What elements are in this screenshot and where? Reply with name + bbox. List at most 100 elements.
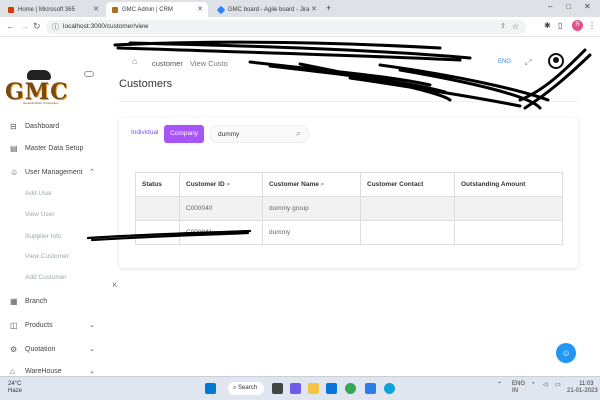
cell-customer-id: C000041 bbox=[179, 220, 263, 245]
lang-text: ENG bbox=[512, 381, 526, 387]
extensions-icon[interactable]: ✱ bbox=[544, 21, 551, 30]
wifi-icon[interactable]: ◔ bbox=[531, 381, 535, 387]
warehouse-icon: ⌂ bbox=[10, 367, 15, 376]
customer-table: Status Customer ID ⌕ Customer Name ⌕ Cus… bbox=[135, 172, 563, 245]
search-input[interactable] bbox=[218, 129, 288, 140]
new-tab-button[interactable]: + bbox=[326, 3, 331, 13]
close-icon[interactable]: ✕ bbox=[197, 5, 203, 13]
gmc-icon bbox=[112, 6, 118, 13]
office-icon bbox=[8, 6, 14, 13]
sidebar-item-branch[interactable]: ▦ Branch bbox=[0, 294, 105, 310]
sidebar-item-quotation[interactable]: ⚙ Quotation ⌄ bbox=[0, 342, 105, 358]
url-text: localhost:3000/customer/view bbox=[63, 23, 149, 30]
cell-customer-contact bbox=[360, 220, 455, 245]
sidebar-sub-add-customer[interactable]: Add Customer bbox=[25, 274, 67, 281]
reload-icon[interactable]: ↻ bbox=[33, 21, 41, 32]
lang-region: IN bbox=[512, 388, 518, 394]
tab-label: GMC board - Agile board - Jira bbox=[228, 6, 310, 13]
vscode-icon[interactable] bbox=[365, 383, 376, 394]
address-bar[interactable]: ⓘ localhost:3000/customer/view ⇪ ☆ bbox=[46, 20, 526, 34]
sidebar: GMC General Motor Corporation ⊟ Dashboar… bbox=[0, 37, 105, 376]
chevron-down-icon: ⌄ bbox=[89, 368, 95, 375]
address-toolbar: ← → ↻ ⓘ localhost:3000/customer/view ⇪ ☆ bbox=[0, 17, 600, 37]
start-icon[interactable] bbox=[205, 383, 216, 394]
store-icon[interactable] bbox=[326, 383, 337, 394]
sidebar-item-label: Master Data Setup bbox=[25, 145, 84, 152]
cell-customer-name: dummy group bbox=[262, 196, 361, 221]
taskbar-search-label: Search bbox=[238, 385, 258, 391]
sidebar-item-master-data[interactable]: ▤ Master Data Setup bbox=[0, 141, 105, 157]
sidebar-toggle[interactable] bbox=[84, 71, 94, 77]
sidebar-sub-add-user[interactable]: Add User bbox=[25, 190, 52, 197]
close-window-icon[interactable]: ✕ bbox=[584, 2, 591, 11]
close-icon[interactable]: ✕ bbox=[93, 5, 99, 13]
jira-icon bbox=[216, 5, 226, 14]
taskview-icon[interactable] bbox=[272, 383, 283, 394]
maximize-icon[interactable]: □ bbox=[566, 2, 571, 11]
chat-fab-button[interactable]: ☺ bbox=[556, 343, 576, 363]
volume-icon[interactable]: ◁ bbox=[543, 381, 548, 388]
language-indicator[interactable]: ENG IN bbox=[512, 381, 525, 395]
close-icon[interactable]: ✕ bbox=[311, 5, 317, 13]
branch-icon: ▦ bbox=[10, 297, 18, 306]
back-icon[interactable]: ← bbox=[6, 21, 15, 31]
search-icon[interactable]: ⌕ bbox=[321, 181, 325, 188]
sidebar-sub-view-customer[interactable]: View Customer bbox=[25, 253, 69, 260]
breadcrumb-view-customer[interactable]: View Custo bbox=[190, 59, 228, 68]
clock[interactable]: 11:03 21-01-2023 bbox=[567, 381, 598, 395]
table-header-row: Status Customer ID ⌕ Customer Name ⌕ Cus… bbox=[135, 172, 563, 197]
language-selector[interactable]: ENG bbox=[498, 59, 511, 65]
page-title: Customers bbox=[119, 78, 173, 90]
teams-icon[interactable] bbox=[290, 383, 301, 394]
table-row[interactable]: C000041 dummy bbox=[135, 220, 563, 245]
user-avatar[interactable] bbox=[548, 53, 564, 69]
battery-icon[interactable]: ▭ bbox=[555, 381, 561, 388]
sidebar-sub-supplier-info[interactable]: Supplier Info bbox=[25, 233, 62, 240]
chevron-up-icon: ⌃ bbox=[89, 169, 95, 176]
sidebar-sub-view-user[interactable]: View User bbox=[25, 211, 55, 218]
sidebar-item-dashboard[interactable]: ⊟ Dashboard bbox=[0, 119, 105, 135]
col-status: Status bbox=[135, 172, 180, 197]
cell-status bbox=[135, 196, 180, 221]
menu-icon[interactable]: ⋮ bbox=[588, 21, 596, 30]
breadcrumb-customer[interactable]: customer bbox=[152, 59, 183, 68]
sidebar-item-products[interactable]: ◫ Products ⌄ bbox=[0, 318, 105, 334]
taskbar-search[interactable]: ⌕ Search bbox=[228, 382, 264, 395]
col-customer-id[interactable]: Customer ID ⌕ bbox=[179, 172, 263, 197]
table-row[interactable]: C000040 dummy group bbox=[135, 196, 563, 221]
chrome-icon[interactable] bbox=[345, 383, 356, 394]
segment-individual[interactable]: Individual bbox=[131, 129, 158, 136]
file-explorer-icon[interactable] bbox=[308, 383, 319, 394]
search-icon[interactable]: ⌕ bbox=[296, 129, 300, 139]
tab-microsoft-365[interactable]: Home | Microsoft 365 ✕ bbox=[2, 2, 104, 17]
share-icon[interactable]: ⇪ bbox=[500, 22, 506, 30]
tray-chevron-icon[interactable]: ⌃ bbox=[497, 381, 502, 388]
chevron-down-icon: ⌄ bbox=[89, 322, 95, 329]
search-icon[interactable]: ⌕ bbox=[226, 181, 230, 188]
segment-company[interactable]: Company bbox=[164, 125, 204, 143]
sidebar-item-label: Branch bbox=[25, 298, 48, 305]
search-box: ⌕ bbox=[209, 125, 309, 143]
sidebar-item-label: Products bbox=[25, 322, 53, 329]
chevron-down-icon: ⌄ bbox=[89, 346, 95, 353]
minimize-icon[interactable]: – bbox=[548, 2, 552, 11]
sidepanel-icon[interactable]: ▯ bbox=[558, 21, 562, 30]
cell-customer-name: dummy bbox=[262, 220, 361, 245]
edge-icon[interactable] bbox=[384, 383, 395, 394]
tab-gmc-admin[interactable]: GMC Admin | CRM ✕ bbox=[106, 2, 208, 17]
col-outstanding-amount: Outstanding Amount bbox=[454, 172, 563, 197]
info-icon[interactable]: ⓘ bbox=[52, 22, 59, 32]
tab-jira[interactable]: GMC board - Agile board - Jira ✕ bbox=[212, 2, 322, 17]
forward-icon[interactable]: → bbox=[20, 21, 29, 31]
cell-customer-id: C000040 bbox=[179, 196, 263, 221]
home-icon[interactable]: ⌂ bbox=[132, 56, 137, 66]
star-icon[interactable]: ☆ bbox=[512, 22, 519, 31]
tab-label: GMC Admin | CRM bbox=[122, 6, 173, 13]
col-customer-name[interactable]: Customer Name ⌕ bbox=[262, 172, 361, 197]
sidebar-item-label: User Management bbox=[25, 169, 83, 176]
weather-widget[interactable]: 24°C Haze bbox=[8, 381, 22, 395]
fullscreen-icon[interactable]: ⤢ bbox=[525, 58, 531, 68]
sidebar-item-user-management[interactable]: ☺ User Management ⌃ bbox=[0, 165, 105, 181]
profile-avatar[interactable]: R bbox=[572, 20, 583, 31]
col-customer-contact: Customer Contact bbox=[360, 172, 455, 197]
